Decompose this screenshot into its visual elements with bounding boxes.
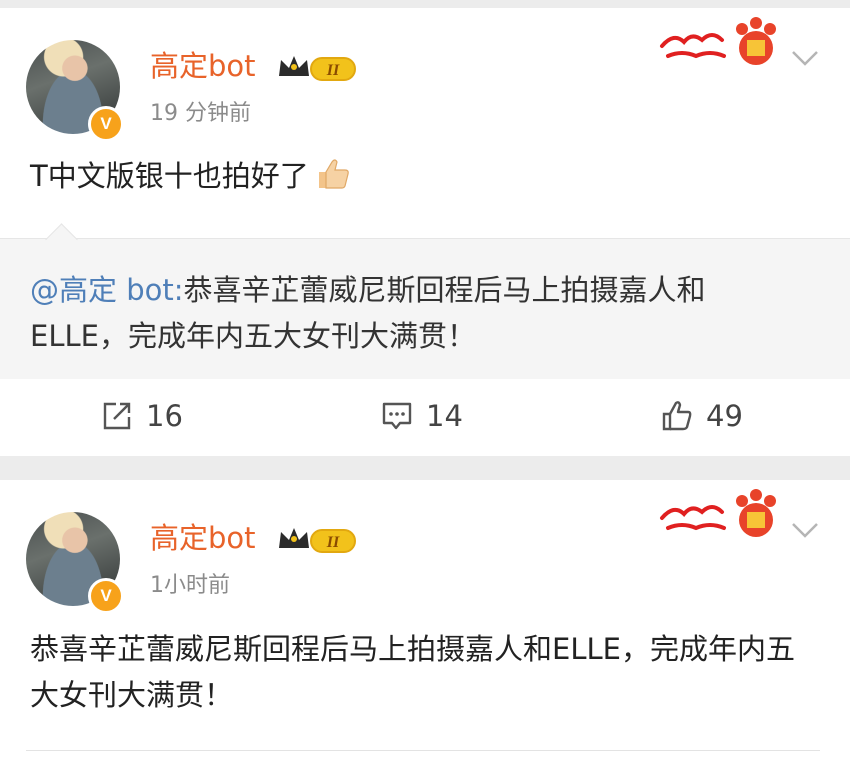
- thumbs-up-icon: [318, 159, 349, 189]
- tiger-paw-decoration-icon: [660, 489, 776, 537]
- svg-text:II: II: [326, 534, 340, 551]
- post-time: 1小时前: [150, 573, 230, 598]
- quote-username[interactable]: @高定 bot:: [30, 273, 184, 307]
- like-count: 49: [706, 399, 743, 433]
- verified-badge-icon: V: [88, 106, 124, 142]
- weibo-post: V 高定bot II 1小时前 恭喜辛芷蕾威尼斯回程后马上拍摄嘉人和ELLE，完…: [0, 480, 850, 761]
- quote-text: @高定 bot:恭喜辛芷蕾威尼斯回程后马上拍摄嘉人和ELLE，完成年内五大女刊大…: [30, 267, 790, 359]
- post-content: T中文版银十也拍好了: [30, 154, 820, 196]
- repost-count: 16: [146, 399, 183, 433]
- verified-badge-icon: V: [88, 578, 124, 614]
- repost-icon: [103, 402, 131, 430]
- crown-level-badge-icon: II: [279, 528, 356, 553]
- like-icon: [662, 401, 692, 431]
- chevron-down-icon[interactable]: [790, 48, 820, 68]
- tiger-paw-decoration-icon: [660, 17, 776, 65]
- comment-count: 14: [426, 399, 463, 433]
- quoted-post[interactable]: @高定 bot:恭喜辛芷蕾威尼斯回程后马上拍摄嘉人和ELLE，完成年内五大女刊大…: [0, 238, 850, 379]
- username[interactable]: 高定bot: [150, 48, 256, 84]
- chevron-down-icon[interactable]: [790, 520, 820, 540]
- username[interactable]: 高定bot: [150, 520, 256, 556]
- divider: [26, 750, 820, 751]
- post-text: T中文版银十也拍好了: [30, 159, 309, 193]
- svg-text:II: II: [326, 62, 340, 79]
- comment-icon: [382, 402, 412, 430]
- weibo-post: V 高定bot II 19 分钟前 T中文版银十也拍好了 @高定 bot:恭喜辛…: [0, 8, 850, 456]
- post-text: 恭喜辛芷蕾威尼斯回程后马上拍摄嘉人和ELLE，完成年内五大女刊大满贯！: [30, 632, 795, 712]
- crown-level-badge-icon: II: [279, 56, 356, 81]
- post-time: 19 分钟前: [150, 101, 251, 126]
